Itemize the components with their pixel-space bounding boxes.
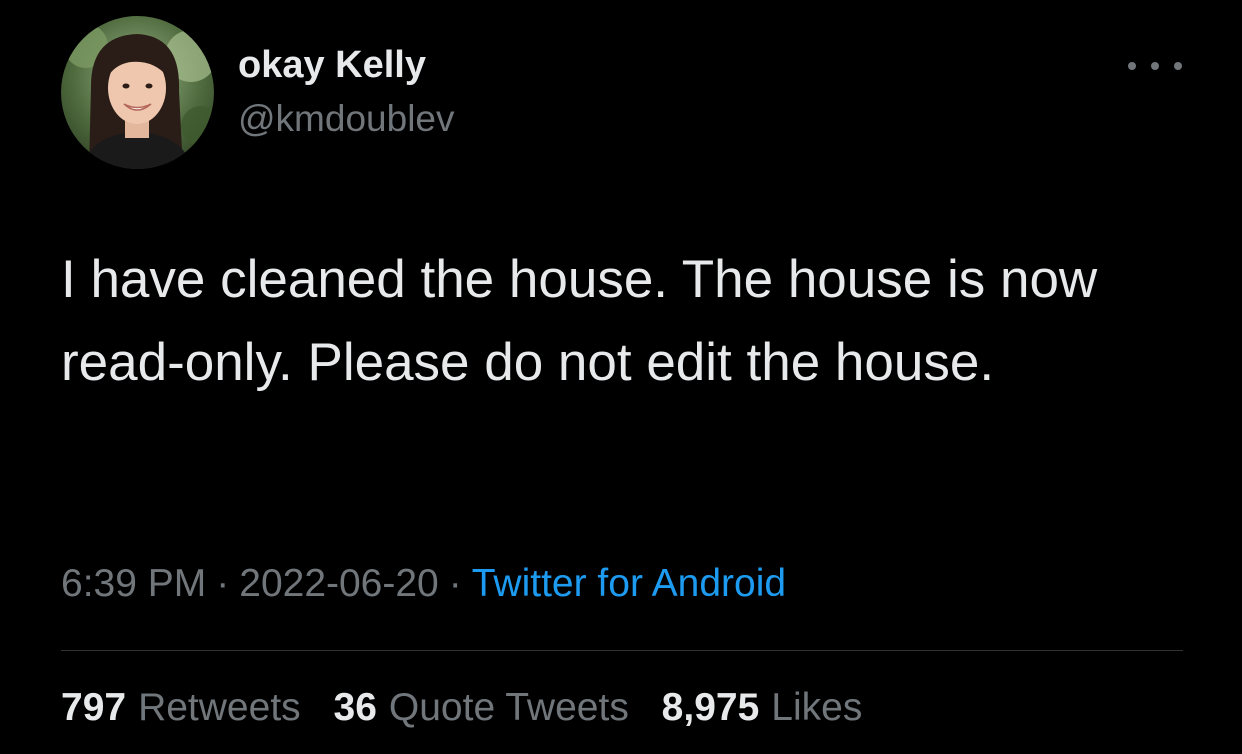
tweet-text: I have cleaned the house. The house is n… — [61, 250, 1098, 392]
engagement-stats: 797 Retweets 36 Quote Tweets 8,975 Likes — [61, 686, 884, 730]
tweet-metadata: 6:39 PM · 2022-06-20 · Twitter for Android — [61, 562, 786, 606]
tweet-date[interactable]: 2022-06-20 — [239, 562, 439, 605]
tweet-source-link[interactable]: Twitter for Android — [472, 562, 786, 605]
more-horizontal-icon — [1128, 62, 1136, 70]
retweets-stat[interactable]: 797 Retweets — [61, 686, 301, 730]
likes-label: Likes — [771, 686, 863, 729]
author-handle[interactable]: @kmdoublev — [238, 98, 455, 140]
meta-separator: · — [216, 562, 230, 605]
quote-tweets-label: Quote Tweets — [388, 686, 629, 729]
likes-count: 8,975 — [661, 686, 760, 729]
tweet-time[interactable]: 6:39 PM — [61, 562, 206, 605]
quote-tweets-count: 36 — [333, 686, 377, 729]
likes-stat[interactable]: 8,975 Likes — [662, 686, 863, 730]
tweet-detail: okay Kelly @kmdoublev I have cleaned the… — [0, 0, 1242, 754]
meta-separator: · — [448, 562, 462, 605]
quote-tweets-stat[interactable]: 36 Quote Tweets — [334, 686, 629, 730]
more-options-button[interactable] — [1128, 52, 1182, 80]
avatar-image — [61, 16, 214, 169]
more-horizontal-icon-dot — [1151, 62, 1159, 70]
retweets-count: 797 — [61, 686, 127, 729]
more-horizontal-icon-dot — [1174, 62, 1182, 70]
avatar[interactable] — [61, 16, 214, 169]
divider — [61, 650, 1183, 651]
author-display-name[interactable]: okay Kelly — [238, 44, 426, 87]
retweets-label: Retweets — [138, 686, 301, 729]
